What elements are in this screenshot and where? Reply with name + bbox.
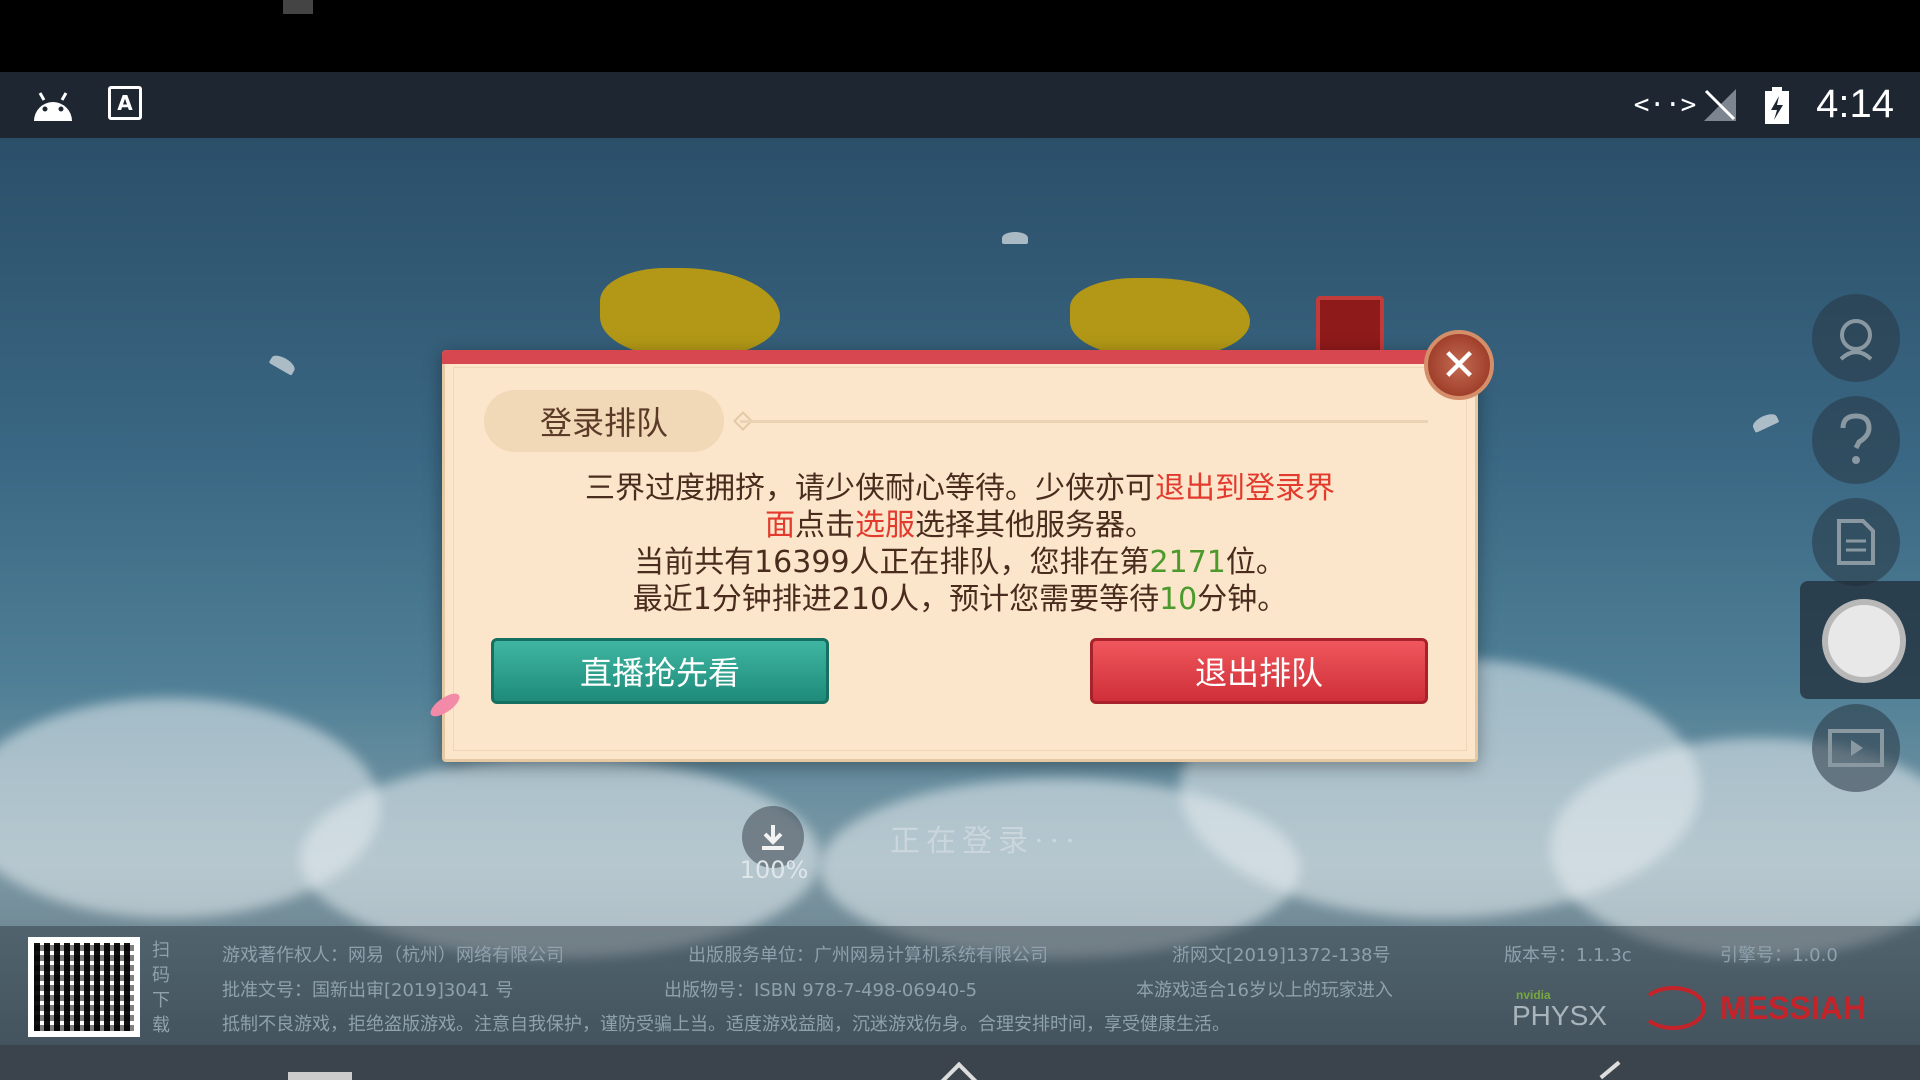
bird xyxy=(1002,232,1028,244)
qr-code xyxy=(28,937,140,1037)
queue-message-line-1: 三界过度拥挤，请少侠耐心等待。少侠亦可退出到登录界 xyxy=(470,470,1450,507)
message-text: 当前共有16399人正在排队，您排在第 xyxy=(634,545,1150,580)
exit-queue-button[interactable]: 退出排队 xyxy=(1090,638,1428,704)
screen-cast-icon xyxy=(283,0,313,14)
top-black-strip xyxy=(0,0,1920,72)
record-panel xyxy=(1800,581,1920,699)
isbn-text: 出版物号：ISBN 978-7-498-06940-5 xyxy=(664,980,978,1001)
login-status: 正在登录··· xyxy=(890,824,1081,859)
bird xyxy=(1750,411,1780,433)
video-button[interactable] xyxy=(1812,704,1900,792)
game-logo-stamp xyxy=(1316,296,1384,356)
engine-text: 引擎号：1.0.0 xyxy=(1720,945,1838,966)
document-icon xyxy=(1837,519,1875,565)
download-percent: 100% xyxy=(739,856,809,884)
no-signal-icon xyxy=(1700,86,1740,124)
customer-service-button[interactable] xyxy=(1812,294,1900,382)
message-text: 最近1分钟排进210人，预计您需要等待 xyxy=(632,582,1160,617)
code-icon: <··> xyxy=(1633,90,1697,120)
question-mark-icon xyxy=(1840,413,1872,464)
version-text: 版本号：1.1.3c xyxy=(1504,945,1632,966)
recents-button[interactable] xyxy=(288,1072,352,1080)
queue-position-line: 当前共有16399人正在排队，您排在第2171位。 xyxy=(470,544,1450,581)
message-text: 点击 xyxy=(795,508,855,543)
message-text: 分钟。 xyxy=(1197,582,1288,617)
bird xyxy=(268,352,298,376)
android-icon xyxy=(30,86,76,124)
queue-wait-line: 最近1分钟排进210人，预计您需要等待10分钟。 xyxy=(470,581,1450,618)
film-icon xyxy=(1828,729,1884,767)
queue-rank: 2171 xyxy=(1149,545,1226,580)
notice-button[interactable] xyxy=(1812,498,1900,586)
health-notice-text: 抵制不良游戏，拒绝盗版游戏。注意自我保护，谨防受骗上当。适度游戏益脑，沉迷游戏伤… xyxy=(222,1014,1230,1035)
messiah-logo: MESSIAH xyxy=(1720,990,1866,1026)
select-server-link[interactable]: 选服 xyxy=(855,508,915,543)
message-text: 位。 xyxy=(1225,545,1286,580)
approval-text: 批准文号：国新出审[2019]3041 号 xyxy=(222,980,514,1001)
game-logo-fragment xyxy=(600,268,780,358)
physx-logo: PHYSX xyxy=(1512,1000,1607,1031)
help-button[interactable] xyxy=(1812,396,1900,484)
copyright-text: 游戏著作权人：网易（杭州）网络有限公司 xyxy=(222,945,564,966)
messiah-logo-icon xyxy=(1640,986,1706,1030)
a-notification-icon: A xyxy=(108,86,142,120)
close-button[interactable]: ✕ xyxy=(1424,330,1494,400)
clock: 4:14 xyxy=(1816,82,1894,126)
battery-charging-icon xyxy=(1762,86,1792,126)
queue-message-line-2: 面点击选服选择其他服务器。 xyxy=(470,507,1450,544)
age-rating-text: 本游戏适合16岁以上的玩家进入 xyxy=(1136,980,1393,1001)
exit-to-login-link[interactable]: 面 xyxy=(765,508,795,543)
record-button[interactable] xyxy=(1822,599,1906,683)
status-bar: A <··> 4:14 xyxy=(0,72,1920,138)
message-text: 三界过度拥挤，请少侠耐心等待。少侠亦可 xyxy=(585,471,1155,506)
headset-icon xyxy=(1839,319,1873,361)
publisher-text: 出版服务单位：广州网易计算机系统有限公司 xyxy=(688,945,1048,966)
wait-minutes: 10 xyxy=(1159,582,1198,617)
dialog-title: 登录排队 xyxy=(484,390,724,452)
divider-line xyxy=(740,420,1428,423)
live-preview-button[interactable]: 直播抢先看 xyxy=(491,638,829,704)
message-text: 选择其他服务器。 xyxy=(915,508,1155,543)
license-text: 浙网文[2019]1372-138号 xyxy=(1172,945,1391,966)
exit-to-login-link[interactable]: 退出到登录界 xyxy=(1155,471,1335,506)
qr-label: 扫码下载 xyxy=(152,940,170,1036)
close-icon: ✕ xyxy=(1440,339,1478,391)
game-logo-fragment xyxy=(1070,278,1250,358)
